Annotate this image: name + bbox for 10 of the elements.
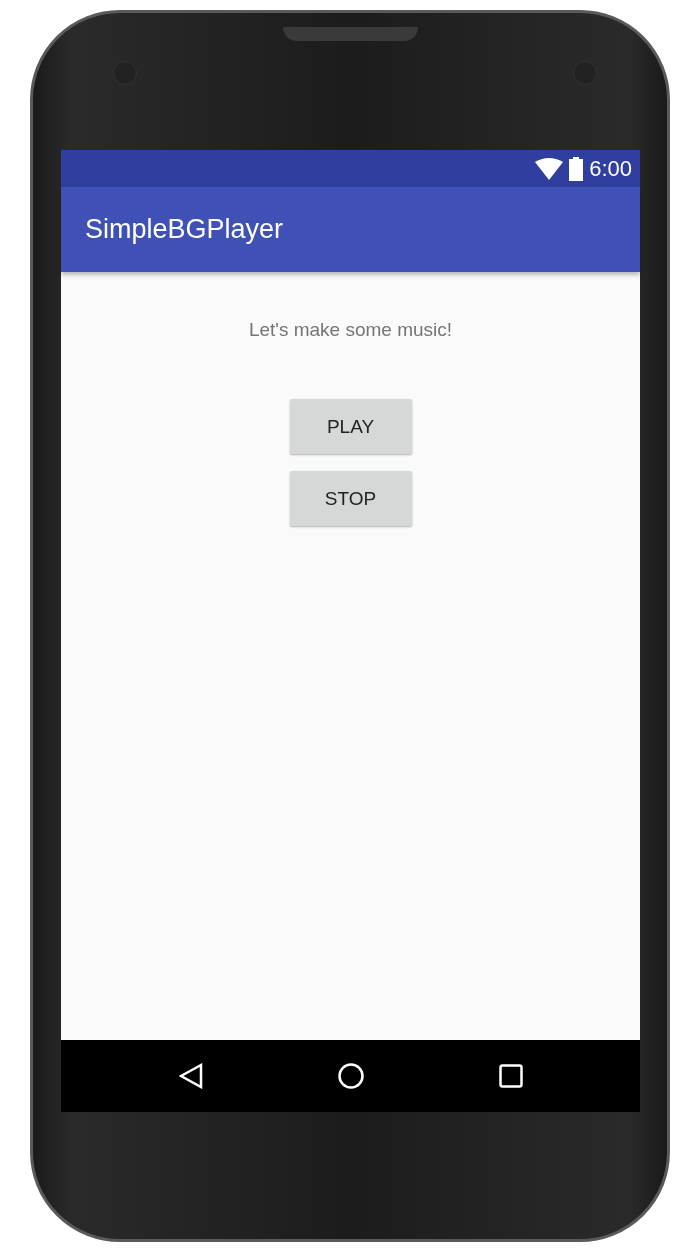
- message-text: Let's make some music!: [248, 319, 453, 341]
- play-button[interactable]: PLAY: [289, 399, 412, 454]
- clock-time: 6:00: [589, 155, 632, 182]
- wifi-icon: [535, 157, 564, 180]
- recents-icon[interactable]: [498, 1064, 523, 1088]
- back-icon[interactable]: [178, 1063, 203, 1089]
- home-icon[interactable]: [337, 1063, 364, 1089]
- stop-button[interactable]: STOP: [289, 471, 412, 526]
- app-title: SimpleBGPlayer: [85, 214, 284, 245]
- battery-icon: [569, 156, 584, 181]
